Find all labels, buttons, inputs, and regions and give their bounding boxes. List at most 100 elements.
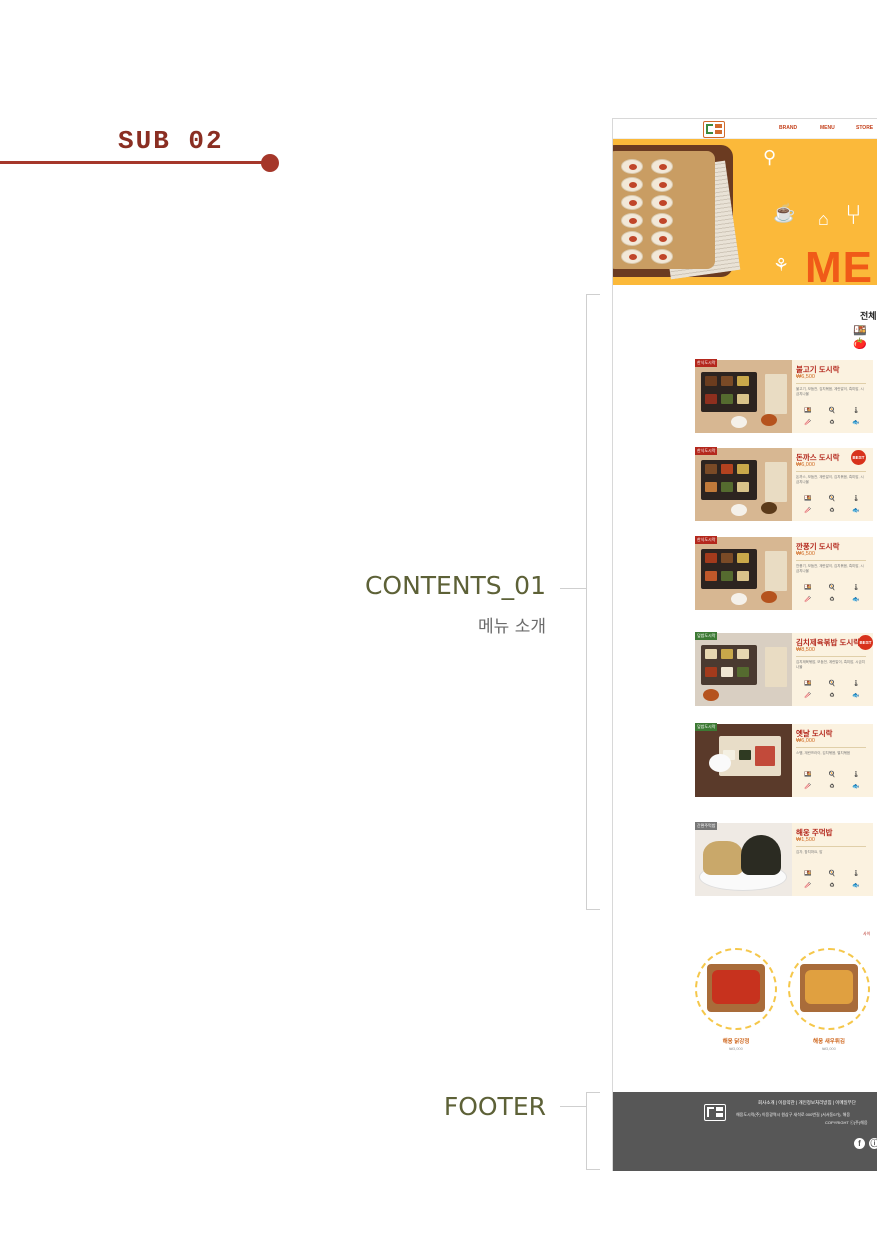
footer-section-label: FOOTER <box>443 1092 546 1121</box>
lunchbox-icon: 🍱 <box>804 585 812 591</box>
menu-card-price: ₩6,500 <box>796 551 815 557</box>
fish-icon: 🐟 <box>852 883 860 889</box>
menu-card-feature-icons: 🍱 🍳 🌡 🥢 ♻ 🐟 <box>796 495 868 516</box>
contents-section-sublabel: 메뉴 소개 <box>478 617 546 637</box>
pan-icon: 🍳 <box>828 681 836 687</box>
menu-card[interactable]: 덮밥도시락 옛날 도시락 ₩6,000 스팸, 계란프라이, 김치볶음, 멸치볶… <box>695 723 873 798</box>
site-header: BRAND MENU STORE <box>613 119 877 139</box>
menu-card-image <box>695 633 792 706</box>
menu-card-feature-icons: 🍱 🍳 🌡 🥢 ♻ 🐟 <box>796 870 868 891</box>
nav-menu[interactable]: MENU <box>820 125 835 131</box>
footer-connector-line <box>560 1106 586 1107</box>
pan-icon: 🍳 <box>828 408 836 414</box>
menu-card-tag: 한식도시락 <box>695 536 718 544</box>
side-menu-heading: 사이 <box>863 931 871 936</box>
whisk-icon: ⚘ <box>773 255 790 275</box>
nav-store[interactable]: STORE <box>856 125 873 131</box>
title-underline <box>0 161 270 164</box>
menu-card-desc: 돈까스, 모둠전, 계란말이, 김치볶음, 흑미밥, 시금치나물 <box>796 475 864 484</box>
chopsticks-icon: 🥢 <box>804 693 812 699</box>
lunchbox-icon: 🍱 <box>804 496 812 502</box>
instagram-icon[interactable]: ⓘ <box>869 1138 877 1149</box>
side-menu-item-image[interactable] <box>695 948 777 1030</box>
recycle-icon: ♻ <box>829 883 835 889</box>
fork-icon: ⑂ <box>845 199 862 230</box>
lunchbox-icon: 🍱 <box>804 681 812 687</box>
menu-card-info: 김치제육볶밥 도시락 BEST ₩8,500 김치제육볶밥, 모둠전, 계란말이… <box>792 633 873 706</box>
category-icons[interactable]: 🍱🍅 <box>853 324 877 350</box>
fish-icon: 🐟 <box>852 693 860 699</box>
hero-menu-text: ME <box>805 243 873 285</box>
pan-icon: 🍳 <box>828 585 836 591</box>
menu-card-image <box>695 360 792 433</box>
side-menu-item-name: 해웅 닭강정 <box>722 1039 750 1045</box>
menu-card-tag: 한식도시락 <box>695 447 718 455</box>
brand-logo[interactable] <box>703 121 725 138</box>
footer-links[interactable]: 회사소개 | 이용약관 | 개인정보처리방침 | 이메일무단 <box>758 1100 856 1106</box>
recycle-icon: ♻ <box>829 784 835 790</box>
menu-card-desc: 깐풍기, 모둠전, 계란말이, 김치볶음, 흑미밥, 시금치나물 <box>796 564 864 573</box>
fish-icon: 🐟 <box>852 784 860 790</box>
cup-icon: ☕ <box>773 203 796 223</box>
best-badge: BEST <box>851 450 866 465</box>
menu-card-desc: 김자, 참치마요, 밥 <box>796 850 823 854</box>
recycle-icon: ♻ <box>829 508 835 514</box>
hero-banner: ⚲ ☕ ⌂ ⑂ ⚘ ME <box>613 139 877 285</box>
menu-card-desc: 스팸, 계란프라이, 김치볶음, 멸치볶음 <box>796 751 851 755</box>
menu-card-tag: 덮밥도시락 <box>695 723 718 731</box>
temperature-icon: 🌡 <box>852 496 860 502</box>
lunchbox-icon: 🍱 <box>804 408 812 414</box>
menu-card-feature-icons: 🍱 🍳 🌡 🥢 ♻ 🐟 <box>796 407 868 428</box>
menu-card-price: ₩8,500 <box>796 647 815 653</box>
menu-card[interactable]: 덮밥도시락 김치제육볶밥 도시락 BEST ₩8,500 김치제육볶밥, 모둠전… <box>695 632 873 707</box>
menu-card[interactable]: 한식도시락 깐풍기 도시락 ₩6,500 깐풍기, 모둠전, 계란말이, 김치볶… <box>695 536 873 611</box>
menu-card-image <box>695 724 792 797</box>
menu-card-info: 깐풍기 도시락 ₩6,500 깐풍기, 모둠전, 계란말이, 김치볶음, 흑미밥… <box>792 537 873 610</box>
side-menu-item-price: ₩3,000 <box>729 1046 743 1051</box>
site-footer: 회사소개 | 이용약관 | 개인정보처리방침 | 이메일무단 해웅도시락(주) … <box>613 1092 877 1171</box>
footer-copyright: COPYRIGHT ⓒ(주)해웅 <box>825 1120 868 1125</box>
menu-card-price: ₩6,000 <box>796 738 815 744</box>
fish-icon: 🐟 <box>852 508 860 514</box>
recycle-icon: ♻ <box>829 693 835 699</box>
chopsticks-icon: 🥢 <box>804 784 812 790</box>
side-menu-item-image[interactable] <box>788 948 870 1030</box>
menu-card-desc: 김치제육볶밥, 모둠전, 계란말이, 흑미밥, 시금치나물 <box>796 660 865 669</box>
menu-card[interactable]: 간편주먹밥 해웅 주먹밥 ₩1,500 김자, 참치마요, 밥 🍱 🍳 🌡 🥢 ♻ 🐟 <box>695 822 873 897</box>
menu-card[interactable]: 한식도시락 불고기 도시락 ₩6,500 불고기, 모둠전, 김치볶음, 계란말… <box>695 359 873 434</box>
chopsticks-icon: 🥢 <box>804 508 812 514</box>
title-line-dot <box>261 154 279 172</box>
temperature-icon: 🌡 <box>852 681 860 687</box>
nav-brand[interactable]: BRAND <box>779 125 797 131</box>
chopsticks-icon: 🥢 <box>804 420 812 426</box>
menu-card-price: ₩1,500 <box>796 837 815 843</box>
fish-icon: 🐟 <box>852 597 860 603</box>
menu-card-tag: 간편주먹밥 <box>695 822 718 830</box>
contents-section-label: CONTENTS_01 <box>364 571 546 600</box>
footer-logo <box>704 1104 726 1121</box>
menu-card-image <box>695 823 792 896</box>
menu-card-tag: 덮밥도시락 <box>695 632 718 640</box>
menu-card-price: ₩6,500 <box>796 374 815 380</box>
menu-card-feature-icons: 🍱 🍳 🌡 🥢 ♻ 🐟 <box>796 771 868 792</box>
spatula-icon: ⚲ <box>763 147 777 167</box>
footer-company-info: 해웅도시락(주) 이웅광역시 원삼구 새석로 000번길 (서서동0가), 해웅 <box>736 1112 851 1117</box>
temperature-icon: 🌡 <box>852 871 860 877</box>
temperature-icon: 🌡 <box>852 585 860 591</box>
pan-icon: 🍳 <box>828 871 836 877</box>
menu-card-feature-icons: 🍱 🍳 🌡 🥢 ♻ 🐟 <box>796 680 868 701</box>
temperature-icon: 🌡 <box>852 772 860 778</box>
facebook-icon[interactable]: f <box>854 1138 865 1149</box>
menu-card-tag: 한식도시락 <box>695 359 718 367</box>
recycle-icon: ♻ <box>829 420 835 426</box>
menu-card-info: 돈까스 도시락 BEST ₩6,000 돈까스, 모둠전, 계란말이, 김치볶음… <box>792 448 873 521</box>
menu-card-info: 해웅 주먹밥 ₩1,500 김자, 참치마요, 밥 🍱 🍳 🌡 🥢 ♻ 🐟 <box>792 823 873 896</box>
sub-page-title: SUB 02 <box>118 126 224 156</box>
menu-card-info: 옛날 도시락 ₩6,000 스팸, 계란프라이, 김치볶음, 멸치볶음 🍱 🍳 🌡 … <box>792 724 873 797</box>
best-badge: BEST <box>858 635 873 650</box>
contents-bracket <box>586 294 600 910</box>
contents-connector-line <box>560 588 586 589</box>
menu-card[interactable]: 한식도시락 돈까스 도시락 BEST ₩6,000 돈까스, 모둠전, 계란말이… <box>695 447 873 522</box>
temperature-icon: 🌡 <box>852 408 860 414</box>
lunchbox-icon: 🍱 <box>804 871 812 877</box>
